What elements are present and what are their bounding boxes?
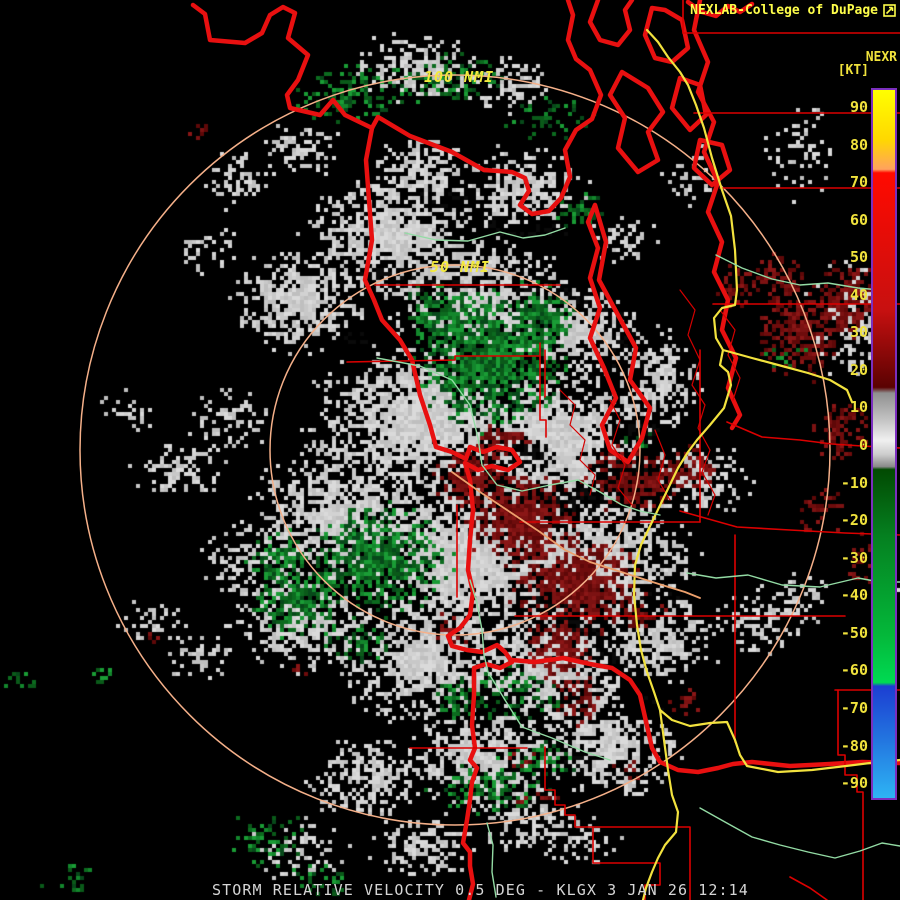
map-line-river xyxy=(686,572,900,588)
map-line-contour xyxy=(559,389,596,496)
map-line-river xyxy=(376,357,661,516)
map-line-county xyxy=(679,510,900,536)
map-line-county xyxy=(346,355,541,363)
map-line-county xyxy=(837,689,864,900)
colorbar-units: [KT] xyxy=(837,63,869,78)
map-line-coast xyxy=(362,125,523,900)
product-title: STORM RELATIVE VELOCITY 0.5 DEG - KLGX 3… xyxy=(212,881,749,899)
colorbar-title: NEXR xyxy=(865,50,897,65)
map-line-road_y xyxy=(632,28,900,774)
map-line-contour xyxy=(679,289,716,516)
map-line-coast xyxy=(587,0,635,48)
external-link-icon xyxy=(883,4,896,17)
map-overlay: 50 NMI 100 NMI xyxy=(79,0,900,900)
range-ring xyxy=(269,264,641,636)
brand-link[interactable]: NEXLAB-College of DuPage xyxy=(690,3,896,18)
map-line-coast xyxy=(691,137,733,188)
map-line-road_y xyxy=(721,348,854,404)
map-line-river xyxy=(404,227,566,242)
brand-text: NEXLAB-College of DuPage xyxy=(690,3,878,18)
map-line-river xyxy=(715,254,881,291)
range-ring-label: 100 NMI xyxy=(424,68,494,86)
colorbar-gradient xyxy=(871,88,897,800)
map-line-road_o xyxy=(451,471,701,599)
map-line-county xyxy=(544,746,594,828)
map-line-county xyxy=(789,876,828,900)
map-line-river xyxy=(469,579,611,761)
map-line-river xyxy=(699,807,900,859)
radar-viewer: 50 NMI 100 NMI NEXLAB-College of DuPage N… xyxy=(0,0,900,900)
range-ring-label: 50 NMI xyxy=(430,258,490,276)
map-line-coast xyxy=(369,0,604,217)
map-line-coast xyxy=(190,2,375,131)
